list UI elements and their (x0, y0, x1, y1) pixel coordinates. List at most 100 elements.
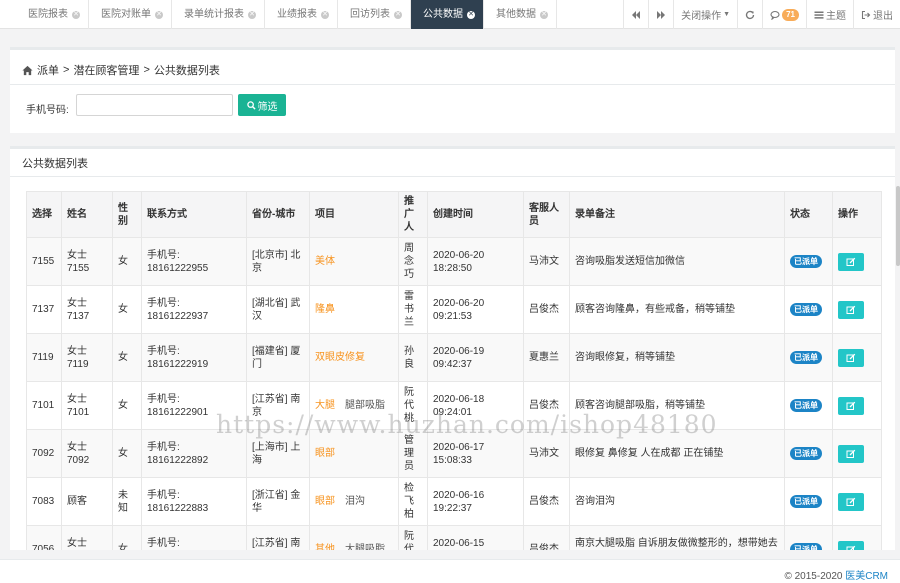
table-row[interactable]: 7083 顾客 未知 手机号: 18161222883 [浙江省] 金华 眼部 泪沟 检飞柏 20… (26, 477, 882, 526)
table-row[interactable]: 7155 女士7155 女手机号: 18161222955 [北京市] 北京 美体 周念巧 2… (26, 237, 882, 286)
tab-hospital-report[interactable]: 医院报表 ✕ (0, 0, 89, 29)
created-date: 2020-06-20 (433, 249, 485, 261)
message-count-badge: 71 (782, 8, 799, 21)
table-row[interactable]: 7056女士7056女手机号:18161222856[江苏省] 南京其他 大腿吸脂… (26, 525, 882, 550)
edit-button[interactable] (838, 540, 864, 550)
operation-cell (832, 285, 882, 334)
customer-name: 女士7056 (61, 525, 113, 550)
project: 双眼皮修复 (309, 333, 399, 382)
divider (10, 176, 895, 177)
gender: 女 (112, 525, 142, 550)
column-header: 省份-城市 (246, 191, 310, 238)
breadcrumb-root[interactable]: 派单 (37, 62, 59, 78)
tab-hospital-statement[interactable]: 医院对账单 ✕ (89, 0, 172, 29)
created-date: 2020-06-19 (433, 345, 485, 357)
project: 眼部 (309, 429, 399, 478)
region: [上海市] 上海 (246, 429, 310, 478)
tab-public-data[interactable]: 公共数据 ✕ (411, 0, 484, 29)
list-icon (814, 11, 824, 19)
promoter: 阮代桃 (398, 525, 428, 550)
promoter: 雷书兰 (398, 285, 428, 334)
public-data-table: 选择 姓名 性别 联系方式 省份-城市 项目 推广人 创建时间 客服人员 录单备注 状态 操作 715… (26, 191, 882, 550)
edit-button[interactable] (838, 300, 864, 319)
phone-number: 18161222937 (147, 310, 209, 322)
entry-note: 咨询眼修复，稍等铺垫 (569, 333, 785, 382)
edit-button[interactable] (838, 492, 864, 511)
close-icon[interactable]: ✕ (155, 10, 163, 19)
breadcrumb-separator: > (143, 64, 150, 76)
edit-icon (846, 449, 856, 458)
close-operations-dropdown[interactable]: 关闭操作 ▼ (673, 0, 737, 29)
close-icon[interactable]: ✕ (467, 10, 475, 19)
theme-button[interactable]: 主题 (806, 0, 853, 29)
column-header: 推广人 (398, 191, 428, 238)
messages-button[interactable]: 71 (762, 0, 806, 29)
brand-link[interactable]: 医美CRM (845, 571, 888, 582)
phone-filter-input[interactable] (76, 94, 233, 116)
sign-out-icon (861, 10, 871, 19)
gender: 未知 (112, 477, 142, 526)
page-scrollbar[interactable] (896, 186, 900, 266)
created-clock: 15:08:33 (433, 454, 472, 466)
tab-other-data[interactable]: 其他数据 ✕ (484, 0, 557, 29)
service-agent: 吕俊杰 (523, 285, 570, 334)
customer-name: 女士7092 (61, 429, 113, 478)
breadcrumb-level2[interactable]: 潜在顾客管理 (73, 62, 139, 78)
refresh-icon (745, 10, 755, 19)
scroll-left-button[interactable] (623, 0, 648, 29)
scroll-right-button[interactable] (648, 0, 673, 29)
created-clock: 09:24:01 (433, 406, 472, 418)
promoter: 检飞柏 (398, 477, 428, 526)
table-row[interactable]: 7092 女士7092 女手机号: 18161222892 [上海市] 上海 眼部 管理员 2… (26, 429, 882, 478)
row-id: 7101 (26, 381, 62, 430)
copyright: © 2015-2020 医美CRM (784, 567, 888, 582)
project: 眼部 泪沟 (309, 477, 399, 526)
tab-label: 医院报表 (28, 9, 68, 20)
created-clock: 09:21:53 (433, 310, 472, 322)
logout-label: 退出 (873, 11, 893, 22)
tab-revisit-list[interactable]: 回访列表 ✕ (338, 0, 411, 29)
status-badge: 已派单 (790, 255, 822, 268)
table-row[interactable]: 7101 女士7101 女手机号: 18161222901 [江苏省] 南京 大腿 腿部吸脂… (26, 381, 882, 430)
close-icon[interactable]: ✕ (321, 10, 329, 19)
project-primary: 隆鼻 (315, 304, 335, 315)
tab-label: 其他数据 (496, 9, 536, 20)
contact: 手机号: 18161222955 (141, 237, 247, 286)
column-header: 客服人员 (523, 191, 570, 238)
close-icon[interactable]: ✕ (72, 10, 80, 19)
close-icon[interactable]: ✕ (540, 10, 548, 19)
status-badge: 已派单 (790, 447, 822, 460)
phone-number: 18161222955 (147, 262, 209, 274)
edit-button[interactable] (838, 348, 864, 367)
project: 美体 (309, 237, 399, 286)
caret-down-icon: ▼ (723, 11, 731, 18)
breadcrumb-current: 公共数据列表 (153, 65, 220, 77)
status-cell: 已派单 (784, 381, 833, 430)
region: [福建省] 厦门 (246, 333, 310, 382)
copyright-text: © 2015-2020 (784, 571, 846, 582)
tab-entry-stats-report[interactable]: 录单统计报表 ✕ (172, 0, 265, 29)
created-clock: 09:42:37 (433, 358, 472, 370)
breadcrumb: 派单 > 潜在顾客管理 > 公共数据列表 (22, 62, 220, 78)
edit-button[interactable] (838, 444, 864, 463)
edit-button[interactable] (838, 396, 864, 415)
close-icon[interactable]: ✕ (394, 10, 402, 19)
region: [北京市] 北京 (246, 237, 310, 286)
phone-label: 手机号: (147, 297, 180, 309)
tab-performance-report[interactable]: 业绩报表 ✕ (265, 0, 338, 29)
operation-cell (832, 429, 882, 478)
tab-bar: 医院报表 ✕ 医院对账单 ✕ 录单统计报表 ✕ 业绩报表 ✕ 回访列表 ✕ 公共数据 ✕ 其… (0, 0, 900, 29)
logout-button[interactable]: 退出 (853, 0, 900, 29)
table-header-row: 选择 姓名 性别 联系方式 省份-城市 项目 推广人 创建时间 客服人员 录单备注 状态 操作 (26, 191, 882, 238)
table-row[interactable]: 7137 女士7137 女手机号: 18161222937 [湖北省] 武汉 隆鼻 雷书兰 2… (26, 285, 882, 334)
row-id: 7083 (26, 477, 62, 526)
row-id: 7155 (26, 237, 62, 286)
operation-cell (832, 333, 882, 382)
filter-button[interactable]: 筛选 (238, 94, 286, 116)
refresh-button[interactable] (737, 0, 762, 29)
close-icon[interactable]: ✕ (248, 10, 256, 19)
column-header: 操作 (832, 191, 882, 238)
project-primary: 美体 (315, 256, 335, 267)
edit-button[interactable] (838, 252, 864, 271)
table-row[interactable]: 7119 女士7119 女手机号: 18161222919 [福建省] 厦门 双眼皮修复孙… (26, 333, 882, 382)
